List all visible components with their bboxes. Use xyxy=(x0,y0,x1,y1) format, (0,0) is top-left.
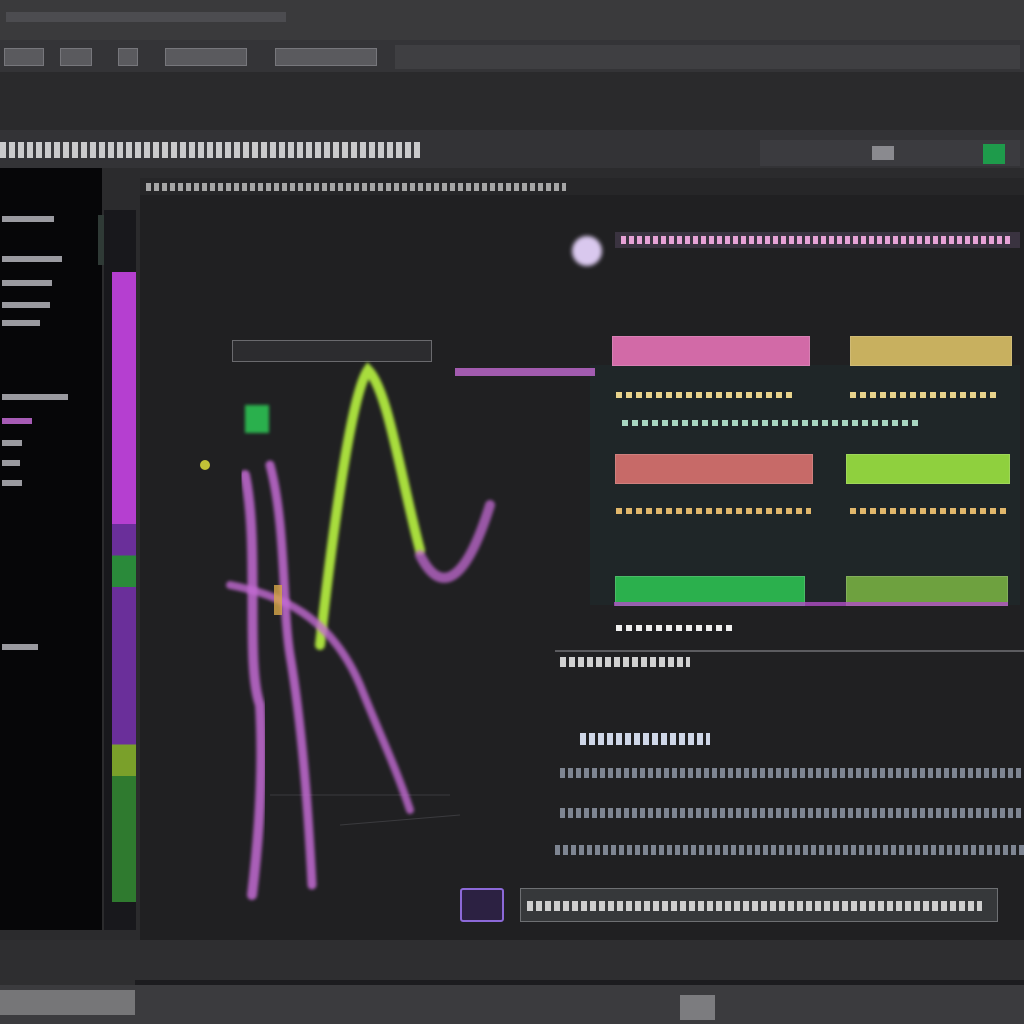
title-text-placeholder xyxy=(6,12,286,22)
results-row-1-col-a[interactable] xyxy=(612,336,810,366)
series-magenta-d xyxy=(415,500,495,583)
sidebar-item[interactable] xyxy=(2,320,40,326)
line-3 xyxy=(555,845,1024,855)
results-row-2-col-b[interactable] xyxy=(846,454,1010,484)
active-tab-title[interactable] xyxy=(0,142,420,158)
marker-yellow xyxy=(200,460,210,470)
line-2 xyxy=(560,808,1024,818)
panel-icon[interactable] xyxy=(460,888,504,922)
marker-green xyxy=(245,405,269,433)
sidebar-item[interactable] xyxy=(2,440,22,446)
dock-item[interactable] xyxy=(680,995,715,1020)
status-bar xyxy=(0,985,1024,1024)
results-row-2-col-a[interactable] xyxy=(615,454,813,484)
results-row-2-text-b xyxy=(850,508,1010,514)
command-bar[interactable] xyxy=(520,888,998,922)
results-panel xyxy=(590,365,1020,605)
tab-tool-button[interactable] xyxy=(872,146,894,160)
menu-item-3[interactable] xyxy=(118,48,138,66)
sidebar-item[interactable] xyxy=(2,644,38,650)
line-1 xyxy=(560,768,1024,778)
toolbar-spacer xyxy=(0,72,1024,130)
subsection-title xyxy=(580,733,710,745)
series-magenta-a xyxy=(240,470,267,900)
menu-search-field[interactable] xyxy=(395,45,1020,69)
run-button[interactable] xyxy=(983,144,1005,164)
command-bar-text xyxy=(527,901,982,911)
marker-orange xyxy=(274,585,282,615)
results-row-1-text-b xyxy=(850,392,1000,398)
glow-dot-icon xyxy=(572,236,602,266)
results-row-1-col-b[interactable] xyxy=(850,336,1012,366)
menu-item-2[interactable] xyxy=(60,48,92,66)
title-bar xyxy=(0,0,1024,40)
series-lime xyxy=(315,362,425,650)
find-bar-text xyxy=(621,236,1011,244)
results-row-2-text-a xyxy=(616,508,811,514)
plot-guides xyxy=(270,794,461,826)
gutter-color-map xyxy=(112,272,136,902)
menu-item-5[interactable] xyxy=(275,48,377,66)
section-title xyxy=(560,657,690,667)
sidebar-item[interactable] xyxy=(2,216,54,222)
menu-item-1[interactable] xyxy=(4,48,44,66)
find-bar[interactable] xyxy=(615,232,1020,248)
results-link-line xyxy=(455,368,595,376)
section-divider xyxy=(555,650,1024,652)
sidebar-item[interactable] xyxy=(2,280,52,286)
sidebar-item[interactable] xyxy=(2,302,50,308)
editor-header-text xyxy=(146,183,566,191)
left-sidebar xyxy=(0,168,102,930)
plot xyxy=(200,362,495,900)
menu-item-4[interactable] xyxy=(165,48,247,66)
results-row-1-detail xyxy=(622,420,922,426)
sidebar-item[interactable] xyxy=(2,394,68,400)
sidebar-item[interactable] xyxy=(2,460,20,466)
sidebar-item[interactable] xyxy=(2,256,62,262)
results-summary xyxy=(616,625,736,631)
series-magenta-b xyxy=(265,460,317,890)
dock-item[interactable] xyxy=(0,990,135,1015)
results-row-1-text-a xyxy=(616,392,796,398)
sidebar-item[interactable] xyxy=(2,480,22,486)
sidebar-item[interactable] xyxy=(2,418,32,424)
results-row-3-underline xyxy=(614,602,1008,606)
